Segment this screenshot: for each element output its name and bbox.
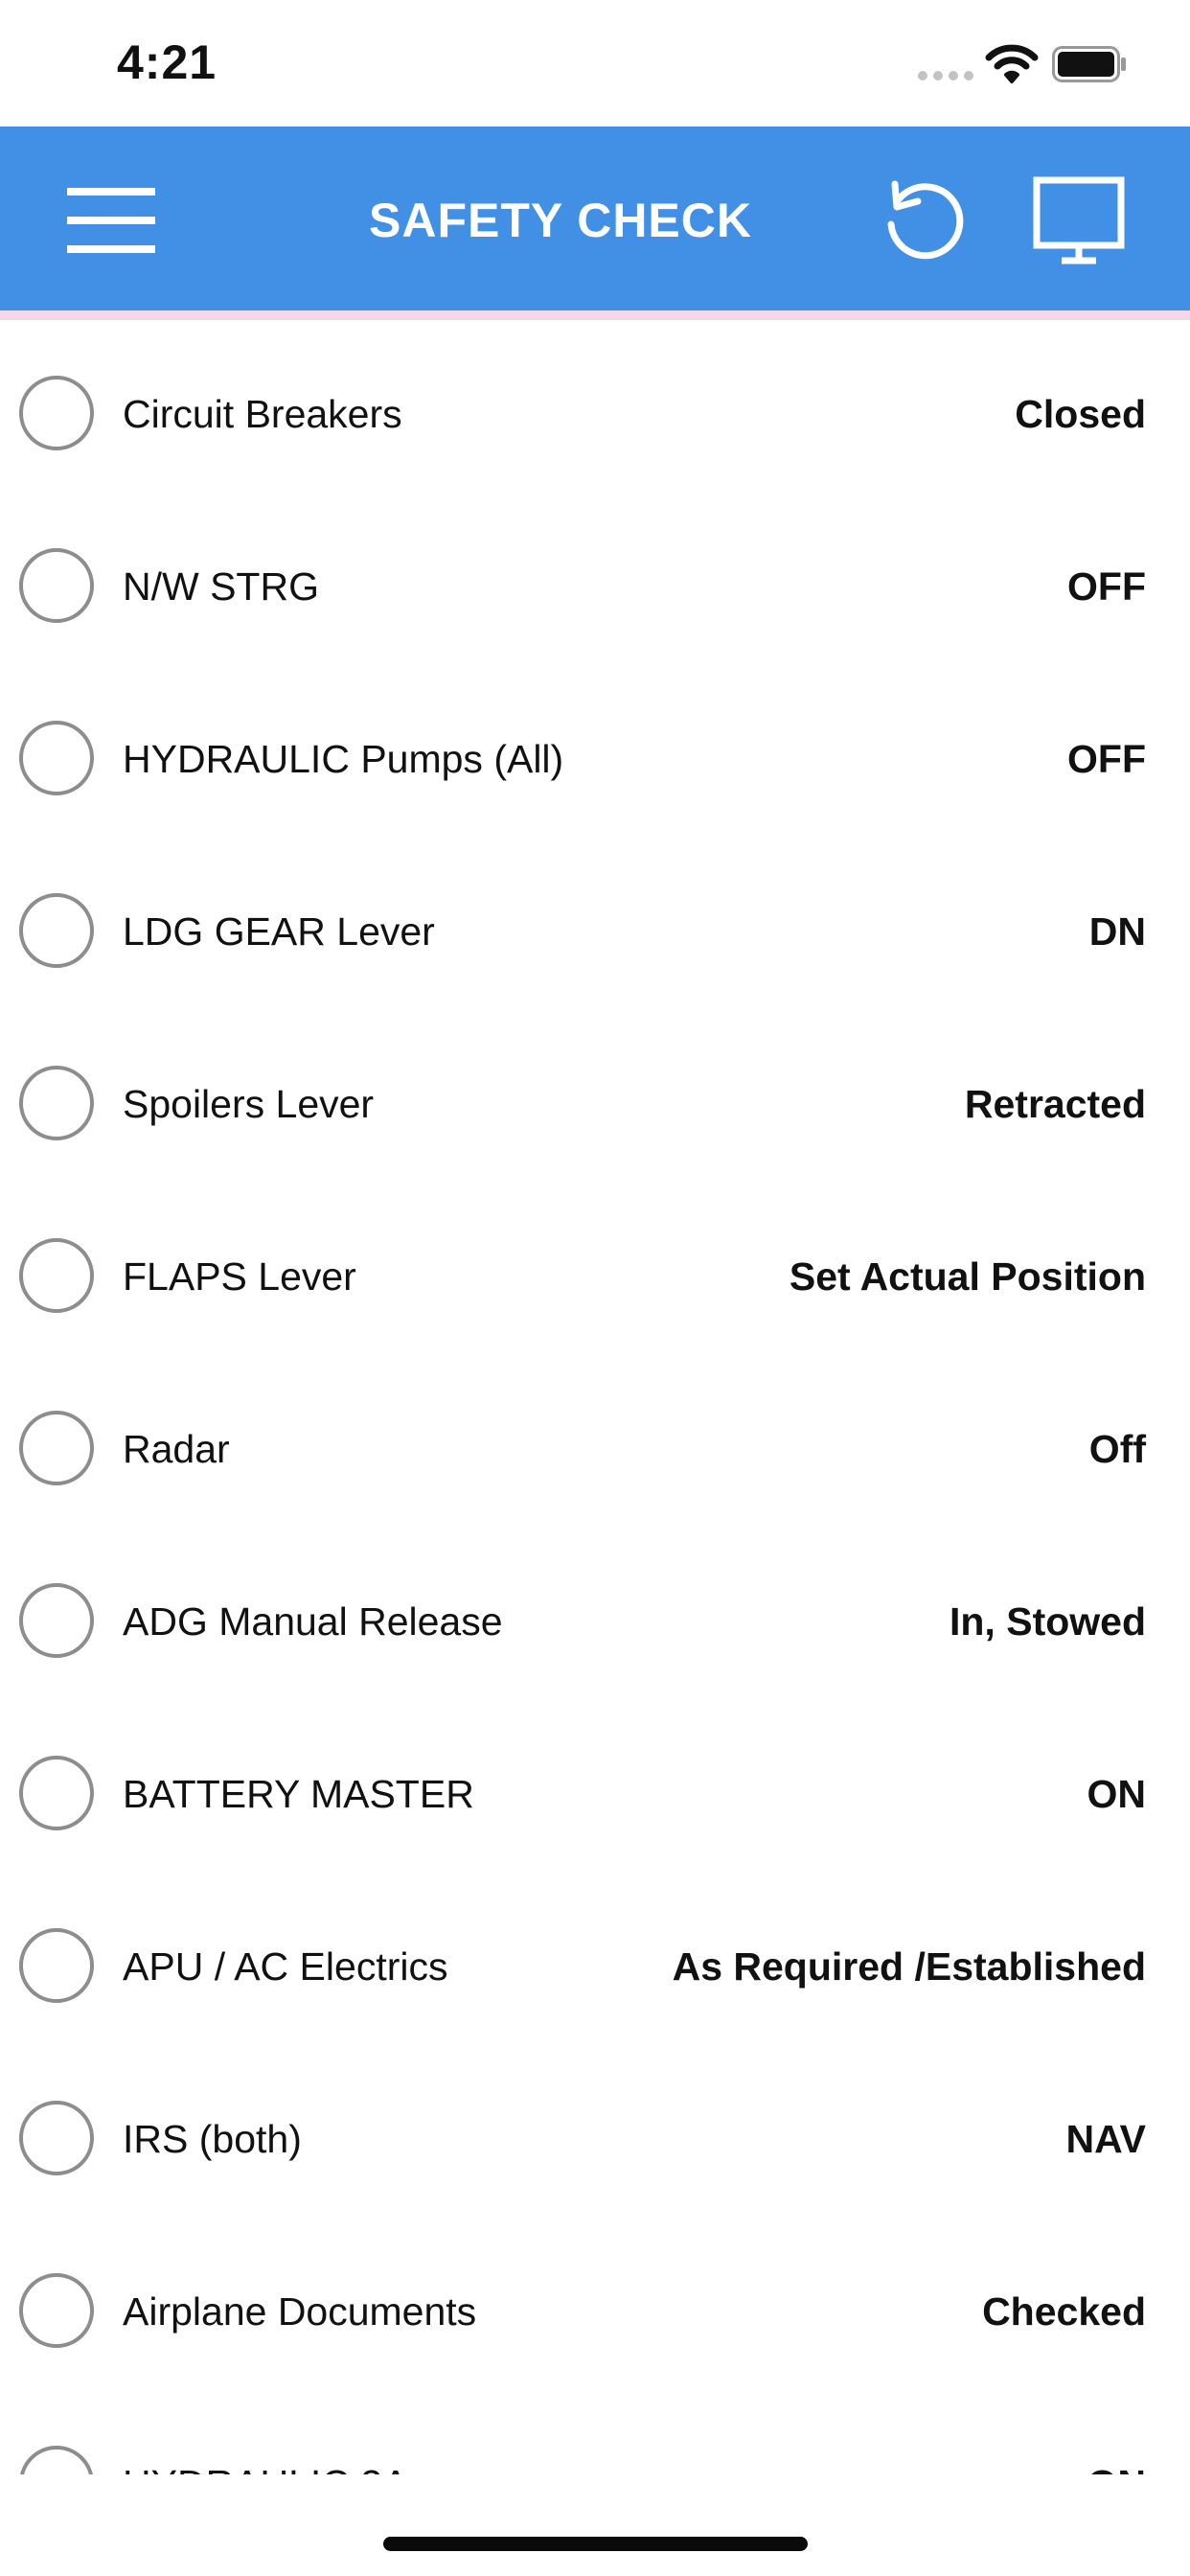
battery-icon	[1052, 46, 1126, 82]
check-circle-icon[interactable]	[19, 721, 94, 795]
checklist-item-label: ADG Manual Release	[123, 1599, 503, 1644]
check-circle-icon[interactable]	[19, 2101, 94, 2175]
checklist-item-nw-strg[interactable]: N/W STRG OFF	[0, 500, 1190, 673]
checklist-item-spoilers-lever[interactable]: Spoilers Lever Retracted	[0, 1018, 1190, 1190]
checklist-item-apu-ac-electrics[interactable]: APU / AC Electrics As Required /Establis…	[0, 1880, 1190, 2053]
checklist-item-label: HYDRAULIC 3A	[123, 2455, 408, 2474]
check-circle-icon[interactable]	[19, 1066, 94, 1140]
checklist-item-label: LDG GEAR Lever	[123, 909, 435, 954]
header-divider	[0, 310, 1190, 320]
checklist-item-battery-master[interactable]: BATTERY MASTER ON	[0, 1708, 1190, 1880]
checklist-item-value: OFF	[1067, 737, 1146, 781]
menu-icon[interactable]	[67, 188, 155, 253]
checklist-item-circuit-breakers[interactable]: Circuit Breakers Closed	[0, 328, 1190, 500]
checklist-item-irs-both[interactable]: IRS (both) NAV	[0, 2053, 1190, 2225]
check-circle-icon[interactable]	[19, 1583, 94, 1658]
checklist-item-value: NAV	[1065, 2117, 1146, 2161]
reset-icon[interactable]	[881, 178, 968, 264]
check-circle-icon[interactable]	[19, 1238, 94, 1313]
status-bar: 4:21	[0, 0, 1190, 126]
checklist-item-radar[interactable]: Radar Off	[0, 1363, 1190, 1535]
home-indicator[interactable]	[383, 2537, 808, 2551]
checklist-item-value: Checked	[982, 2289, 1146, 2334]
check-circle-icon[interactable]	[19, 2273, 94, 2348]
checklist-item-value: In, Stowed	[950, 1599, 1146, 1644]
checklist-item-value: ON	[1087, 1772, 1147, 1816]
check-circle-icon[interactable]	[19, 893, 94, 968]
checklist-item-flaps-lever[interactable]: FLAPS Lever Set Actual Position	[0, 1190, 1190, 1363]
check-circle-icon[interactable]	[19, 1756, 94, 1830]
checklist-item-value: Closed	[1015, 392, 1146, 436]
checklist-item-value: OFF	[1067, 564, 1146, 609]
checklist-item-ldg-gear-lever[interactable]: LDG GEAR Lever DN	[0, 845, 1190, 1018]
check-circle-icon[interactable]	[19, 1411, 94, 1485]
check-circle-icon[interactable]	[19, 548, 94, 623]
checklist-item-label: IRS (both)	[123, 2117, 302, 2161]
checklist-item-label: Circuit Breakers	[123, 392, 402, 436]
checklist-item-label: N/W STRG	[123, 564, 319, 609]
page-title: SAFETY CHECK	[368, 194, 752, 247]
checklist-item-airplane-documents[interactable]: Airplane Documents Checked	[0, 2225, 1190, 2398]
checklist-item-label: HYDRAULIC Pumps (All)	[123, 737, 564, 781]
status-time: 4:21	[117, 35, 217, 89]
check-circle-icon[interactable]	[19, 1928, 94, 2003]
checklist-item-label: APU / AC Electrics	[123, 1944, 448, 1989]
display-icon[interactable]	[1033, 176, 1125, 268]
checklist-item-label: Airplane Documents	[123, 2289, 477, 2334]
checklist-item-label: BATTERY MASTER	[123, 1772, 474, 1816]
checklist: Circuit Breakers Closed N/W STRG OFF HYD…	[0, 328, 1190, 2474]
checklist-item-value: As Required /Established	[672, 1944, 1146, 1989]
checklist-item-value: DN	[1088, 909, 1146, 954]
wifi-icon	[985, 44, 1039, 83]
checklist-item-hydraulic-3a[interactable]: HYDRAULIC 3A ON	[0, 2398, 1190, 2474]
checklist-item-value: ON	[1087, 2455, 1147, 2474]
checklist-item-label: Radar	[123, 1427, 230, 1471]
checklist-item-value: Off	[1088, 1427, 1146, 1471]
check-circle-icon[interactable]	[19, 376, 94, 450]
checklist-item-label: Spoilers Lever	[123, 1082, 375, 1126]
check-circle-icon[interactable]	[19, 2446, 94, 2474]
checklist-item-value: Retracted	[964, 1082, 1146, 1126]
checklist-item-adg-manual-release[interactable]: ADG Manual Release In, Stowed	[0, 1535, 1190, 1708]
checklist-item-value: Set Actual Position	[789, 1254, 1146, 1299]
cellular-signal-icon	[918, 71, 973, 80]
checklist-item-hydraulic-pumps[interactable]: HYDRAULIC Pumps (All) OFF	[0, 673, 1190, 845]
checklist-item-label: FLAPS Lever	[123, 1254, 356, 1299]
